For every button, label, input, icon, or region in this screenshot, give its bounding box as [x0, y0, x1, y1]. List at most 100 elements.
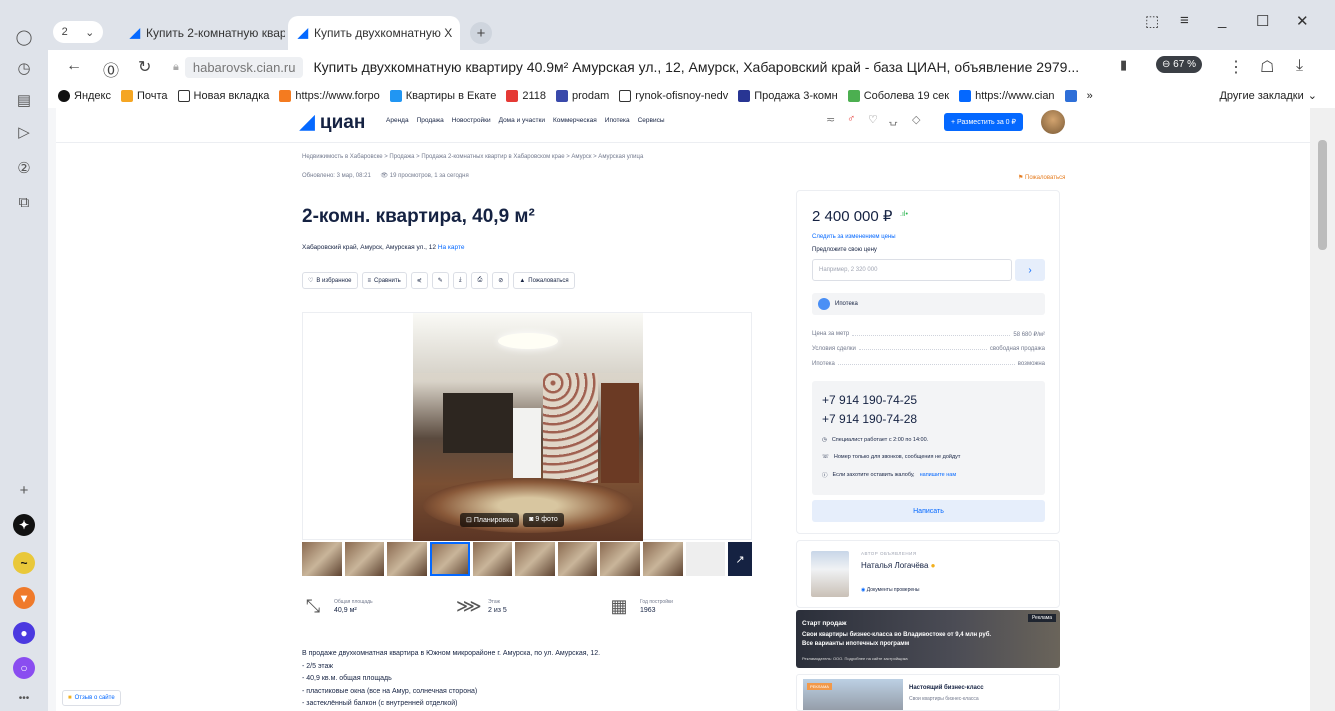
- phone-number[interactable]: +7 914 190-74-25: [822, 393, 917, 407]
- thumbnail-next-button[interactable]: ↗: [728, 542, 753, 576]
- tab-group-counter[interactable]: 2 ⌄: [53, 21, 103, 43]
- map-link[interactable]: На карте: [438, 244, 465, 251]
- download-button[interactable]: ⤓: [452, 272, 468, 289]
- other-bookmarks[interactable]: Другие закладки ⌄: [1219, 89, 1317, 103]
- app-mail-icon[interactable]: ▾: [13, 587, 35, 609]
- screenshot-icon[interactable]: ⧉: [14, 192, 34, 212]
- note-button[interactable]: ✎: [431, 272, 449, 289]
- price-trend-icon[interactable]: .ıl•: [900, 211, 908, 218]
- nav-new-buildings[interactable]: Новостройки: [452, 117, 491, 124]
- follow-price-link[interactable]: Следить за изменением цены: [812, 234, 896, 240]
- report-button[interactable]: ▲ Пожаловаться: [513, 272, 575, 289]
- main-photo[interactable]: ⊡ Планировка ◙ 9 фото: [413, 313, 643, 541]
- bookmark-item[interactable]: https://www.forpo: [279, 90, 380, 102]
- ad-card[interactable]: РЕКЛАМА Настоящий бизнес-класс Свои квар…: [796, 674, 1060, 711]
- close-window-button[interactable]: ✕: [1296, 12, 1309, 30]
- maximize-button[interactable]: ☐: [1256, 12, 1269, 30]
- extensions-icon[interactable]: ☖: [1260, 57, 1274, 77]
- bookmark-item[interactable]: rynok-ofisnoy-nedv: [619, 90, 728, 102]
- new-tab-button[interactable]: +: [470, 22, 492, 44]
- saved-search-icon[interactable]: ⍽: [889, 113, 897, 126]
- notifications-icon[interactable]: ♂: [847, 113, 855, 125]
- breadcrumb[interactable]: Недвижимость в Хабаровске > Продажа > Пр…: [302, 154, 643, 160]
- add-panel-icon[interactable]: +: [14, 480, 34, 500]
- yandex-icon[interactable]: ⓪: [103, 57, 119, 81]
- bookmark-item[interactable]: Продажа 3-комн: [738, 90, 838, 102]
- feedback-button[interactable]: ■ Отзыв о сайте: [62, 690, 121, 706]
- compare-button[interactable]: ≡ Сравнить: [361, 272, 407, 289]
- post-ad-button[interactable]: + Разместить за 0 ₽: [944, 113, 1023, 131]
- minimize-button[interactable]: _: [1218, 12, 1226, 29]
- user-avatar[interactable]: [1041, 110, 1065, 134]
- nav-sale[interactable]: Продажа: [417, 117, 444, 124]
- thumbnail[interactable]: [643, 542, 683, 576]
- thumbnail[interactable]: [472, 542, 513, 576]
- agent-photo[interactable]: [811, 551, 849, 597]
- bookmark-item[interactable]: https://www.cian: [959, 90, 1055, 102]
- thumbnail[interactable]: [302, 542, 342, 576]
- more-apps-icon[interactable]: •••: [14, 688, 34, 708]
- tab-inactive[interactable]: ◢ Купить 2-комнатную квар: [120, 16, 285, 50]
- app-music-icon[interactable]: ~: [13, 552, 35, 574]
- notes-icon[interactable]: ▤: [14, 90, 34, 110]
- back-icon[interactable]: ←: [66, 57, 82, 75]
- thumbnail[interactable]: [515, 542, 555, 576]
- nav-mortgage[interactable]: Ипотека: [605, 117, 630, 124]
- bookmark-item[interactable]: Соболева 19 сек: [847, 90, 949, 102]
- photos-button[interactable]: ◙ 9 фото: [523, 513, 564, 527]
- more-icon[interactable]: ⋮: [1228, 57, 1244, 77]
- nav-houses[interactable]: Дома и участки: [499, 117, 545, 124]
- share-button[interactable]: ⋞: [410, 272, 428, 289]
- thumbnail[interactable]: [387, 542, 427, 576]
- bookmark-item[interactable]: Почта: [121, 90, 168, 102]
- print-button[interactable]: ⎙: [471, 272, 489, 289]
- menu-icon[interactable]: ≡: [1180, 12, 1189, 29]
- download-icon[interactable]: ⤓: [1296, 57, 1303, 75]
- photo-gallery[interactable]: ⊡ Планировка ◙ 9 фото: [302, 312, 752, 541]
- complain-link[interactable]: ⚑ Пожаловаться: [1018, 174, 1065, 181]
- thumbnail[interactable]: [344, 542, 385, 576]
- floor-plan-button[interactable]: ⊡ Планировка: [460, 513, 520, 527]
- bookmark-item[interactable]: 2118: [506, 90, 546, 102]
- offer-price-input[interactable]: Например, 2 320 000: [812, 259, 1012, 281]
- messages-icon[interactable]: ◇: [912, 113, 920, 126]
- tab-active[interactable]: ◢ Купить двухкомнатную X: [288, 16, 460, 50]
- bookmark-item[interactable]: Квартиры в Екате: [389, 90, 496, 102]
- page-scrollbar[interactable]: [1310, 108, 1335, 711]
- bookmark-item[interactable]: [1064, 90, 1077, 102]
- bookmarks-more[interactable]: »: [1087, 90, 1093, 102]
- play-icon[interactable]: ▷: [14, 122, 34, 142]
- write-us-link[interactable]: напишите нам: [920, 472, 957, 478]
- offer-submit-button[interactable]: ›: [1015, 259, 1045, 281]
- agent-name[interactable]: Наталья Логачёва ●: [861, 561, 935, 570]
- bookmark-item[interactable]: Новая вкладка: [177, 90, 269, 102]
- tabs-count-icon[interactable]: ②: [14, 158, 34, 178]
- ad-banner[interactable]: Реклама Старт продаж Свои квартиры бизне…: [796, 610, 1060, 668]
- cian-logo[interactable]: ◢ циан: [300, 111, 365, 134]
- app-messenger-icon[interactable]: ○: [13, 657, 35, 679]
- thumbnail-plan[interactable]: [685, 542, 726, 576]
- nav-commercial[interactable]: Коммерческая: [553, 117, 597, 124]
- reload-icon[interactable]: ↻: [138, 57, 151, 77]
- bookmark-page-icon[interactable]: ⬚: [1145, 12, 1159, 30]
- zoom-badge[interactable]: ⊖ 67 %: [1156, 56, 1202, 73]
- favorite-button[interactable]: ♡ В избранное: [302, 272, 358, 289]
- thumbnail[interactable]: [600, 542, 640, 576]
- history-icon[interactable]: ◷: [14, 58, 34, 78]
- write-message-button[interactable]: Написать: [812, 500, 1045, 522]
- mortgage-button[interactable]: Ипотека: [812, 293, 1045, 315]
- nav-rent[interactable]: Аренда: [386, 117, 409, 124]
- bookmark-item[interactable]: Яндекс: [58, 90, 111, 102]
- bookmark-icon[interactable]: ▮: [1120, 57, 1127, 73]
- thumbnail[interactable]: [557, 542, 598, 576]
- app-yandex-icon[interactable]: ✦: [13, 514, 35, 536]
- profile-icon[interactable]: ◯: [14, 27, 34, 47]
- bookmark-item[interactable]: prodam: [556, 90, 609, 102]
- favorites-icon[interactable]: ♡: [868, 113, 878, 126]
- phone-number[interactable]: +7 914 190-74-28: [822, 412, 917, 426]
- scrollbar-thumb[interactable]: [1318, 140, 1327, 250]
- nav-services[interactable]: Сервисы: [638, 117, 665, 124]
- thumbnail-selected[interactable]: [429, 542, 470, 576]
- compare-icon[interactable]: ≂: [826, 113, 835, 126]
- app-alice-icon[interactable]: ●: [13, 622, 35, 644]
